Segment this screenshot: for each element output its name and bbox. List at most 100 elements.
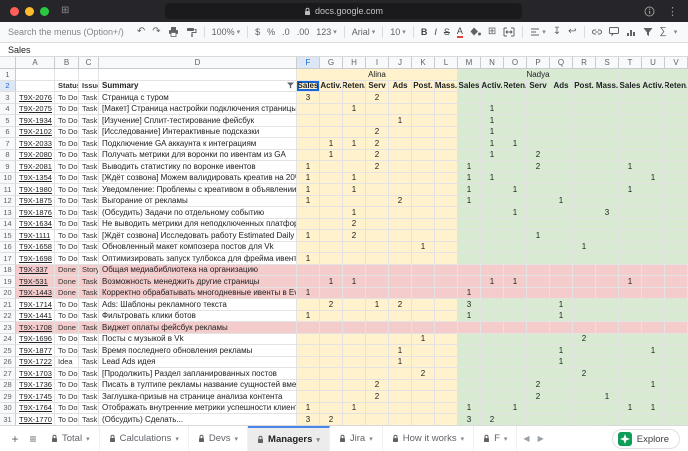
cell-O22[interactable] bbox=[504, 311, 527, 323]
cell-F24[interactable] bbox=[297, 334, 320, 346]
cell-J16[interactable] bbox=[389, 242, 412, 254]
cell-H24[interactable] bbox=[343, 334, 366, 346]
col-header-R[interactable]: R bbox=[573, 57, 596, 69]
cell-R13[interactable] bbox=[573, 207, 596, 219]
row-header-5[interactable]: 5 bbox=[0, 115, 16, 127]
cell-H23[interactable] bbox=[343, 322, 366, 334]
cell-R12[interactable] bbox=[573, 196, 596, 208]
task-id-cell[interactable]: T9X-1934 bbox=[16, 115, 55, 127]
cell-T19[interactable]: 1 bbox=[619, 276, 642, 288]
subheader-reten[interactable]: Reten. bbox=[343, 81, 366, 93]
cell-N30[interactable] bbox=[481, 403, 504, 415]
issue-type-cell[interactable]: Task bbox=[79, 104, 99, 116]
task-id-link[interactable]: T9X-1770 bbox=[19, 415, 52, 424]
issue-type-cell[interactable]: Story bbox=[79, 265, 99, 277]
subheader-sales[interactable]: Sales bbox=[297, 81, 320, 93]
cell-O13[interactable]: 1 bbox=[504, 207, 527, 219]
subheader-ads[interactable]: Ads bbox=[389, 81, 412, 93]
cell-J31[interactable] bbox=[389, 414, 412, 425]
cell-Q11[interactable] bbox=[550, 184, 573, 196]
cell-Q16[interactable] bbox=[550, 242, 573, 254]
subheader-serv[interactable]: Serv bbox=[527, 81, 550, 93]
cell-O19[interactable]: 1 bbox=[504, 276, 527, 288]
row-header-18[interactable]: 18 bbox=[0, 265, 16, 277]
cell-L26[interactable] bbox=[435, 357, 458, 369]
status-cell[interactable]: To Do bbox=[55, 104, 79, 116]
cell-Q31[interactable] bbox=[550, 414, 573, 425]
row-header-26[interactable]: 26 bbox=[0, 357, 16, 369]
row-header-27[interactable]: 27 bbox=[0, 368, 16, 380]
insert-chart-icon[interactable] bbox=[626, 27, 636, 37]
row-header-28[interactable]: 28 bbox=[0, 380, 16, 392]
issue-type-cell[interactable]: Task bbox=[79, 173, 99, 185]
cell-Q9[interactable] bbox=[550, 161, 573, 173]
cell-L28[interactable] bbox=[435, 380, 458, 392]
cell-O3[interactable] bbox=[504, 92, 527, 104]
cell-I29[interactable]: 2 bbox=[366, 391, 389, 403]
cell-F14[interactable] bbox=[297, 219, 320, 231]
cell-J21[interactable]: 2 bbox=[389, 299, 412, 311]
cell-S16[interactable] bbox=[596, 242, 619, 254]
cell-J29[interactable] bbox=[389, 391, 412, 403]
cell-N31[interactable]: 2 bbox=[481, 414, 504, 425]
cell-U24[interactable] bbox=[642, 334, 665, 346]
cell-F8[interactable] bbox=[297, 150, 320, 162]
cell-N28[interactable] bbox=[481, 380, 504, 392]
cell-V9[interactable] bbox=[665, 161, 688, 173]
cell-K3[interactable] bbox=[412, 92, 435, 104]
vertical-align-icon[interactable]: ↧ bbox=[553, 27, 561, 37]
status-header[interactable]: Status bbox=[55, 81, 79, 93]
cell-L22[interactable] bbox=[435, 311, 458, 323]
cell-M17[interactable] bbox=[458, 253, 481, 265]
cell-H6[interactable] bbox=[343, 127, 366, 139]
task-id-cell[interactable]: T9X-2033 bbox=[16, 138, 55, 150]
cell-I3[interactable]: 2 bbox=[366, 92, 389, 104]
cell-M29[interactable] bbox=[458, 391, 481, 403]
cell-T30[interactable]: 1 bbox=[619, 403, 642, 415]
cell-L4[interactable] bbox=[435, 104, 458, 116]
cell-C1[interactable] bbox=[79, 69, 99, 81]
cell-G10[interactable] bbox=[320, 173, 343, 185]
cell-H16[interactable] bbox=[343, 242, 366, 254]
cell-Q28[interactable] bbox=[550, 380, 573, 392]
formula-bar[interactable]: Sales bbox=[0, 43, 688, 57]
cell-K28[interactable] bbox=[412, 380, 435, 392]
task-id-cell[interactable]: T9X-1703 bbox=[16, 368, 55, 380]
cell-I20[interactable] bbox=[366, 288, 389, 300]
issue-type-cell[interactable]: Task bbox=[79, 92, 99, 104]
cell-S29[interactable]: 1 bbox=[596, 391, 619, 403]
cell-V20[interactable] bbox=[665, 288, 688, 300]
cell-T9[interactable]: 1 bbox=[619, 161, 642, 173]
summary-cell[interactable]: Корректно обрабатывать многодневные ивен… bbox=[99, 288, 297, 300]
col-header-Q[interactable]: Q bbox=[550, 57, 573, 69]
summary-cell[interactable]: Писать в тултипе рекламы название сущнос… bbox=[99, 380, 297, 392]
cell-M5[interactable] bbox=[458, 115, 481, 127]
cell-I27[interactable] bbox=[366, 368, 389, 380]
cell-L7[interactable] bbox=[435, 138, 458, 150]
cell-K26[interactable] bbox=[412, 357, 435, 369]
cell-R25[interactable] bbox=[573, 345, 596, 357]
status-cell[interactable]: To Do bbox=[55, 345, 79, 357]
status-cell[interactable]: To Do bbox=[55, 184, 79, 196]
task-id-cell[interactable]: T9X-1634 bbox=[16, 219, 55, 231]
borders-icon[interactable]: ⊞ bbox=[488, 27, 496, 37]
summary-cell[interactable]: Ads: Шаблоны рекламного текста bbox=[99, 299, 297, 311]
cell-N23[interactable] bbox=[481, 322, 504, 334]
cell-M30[interactable]: 1 bbox=[458, 403, 481, 415]
summary-cell[interactable]: [Продолжить] Раздел запланированных пост… bbox=[99, 368, 297, 380]
cell-P29[interactable]: 2 bbox=[527, 391, 550, 403]
issue-type-cell[interactable]: Task bbox=[79, 403, 99, 415]
cell-M10[interactable]: 1 bbox=[458, 173, 481, 185]
row-header-29[interactable]: 29 bbox=[0, 391, 16, 403]
cell-L15[interactable] bbox=[435, 230, 458, 242]
cell-L6[interactable] bbox=[435, 127, 458, 139]
select-all-corner[interactable] bbox=[0, 57, 16, 69]
cell-K18[interactable] bbox=[412, 265, 435, 277]
cell-U23[interactable] bbox=[642, 322, 665, 334]
sheet-tab-calculations[interactable]: Calculations▾ bbox=[100, 426, 189, 451]
cell-V8[interactable] bbox=[665, 150, 688, 162]
cell-R15[interactable] bbox=[573, 230, 596, 242]
summary-cell[interactable]: [Изучение] Сплит-тестирование фейсбук bbox=[99, 115, 297, 127]
cell-F29[interactable] bbox=[297, 391, 320, 403]
status-cell[interactable]: To Do bbox=[55, 230, 79, 242]
